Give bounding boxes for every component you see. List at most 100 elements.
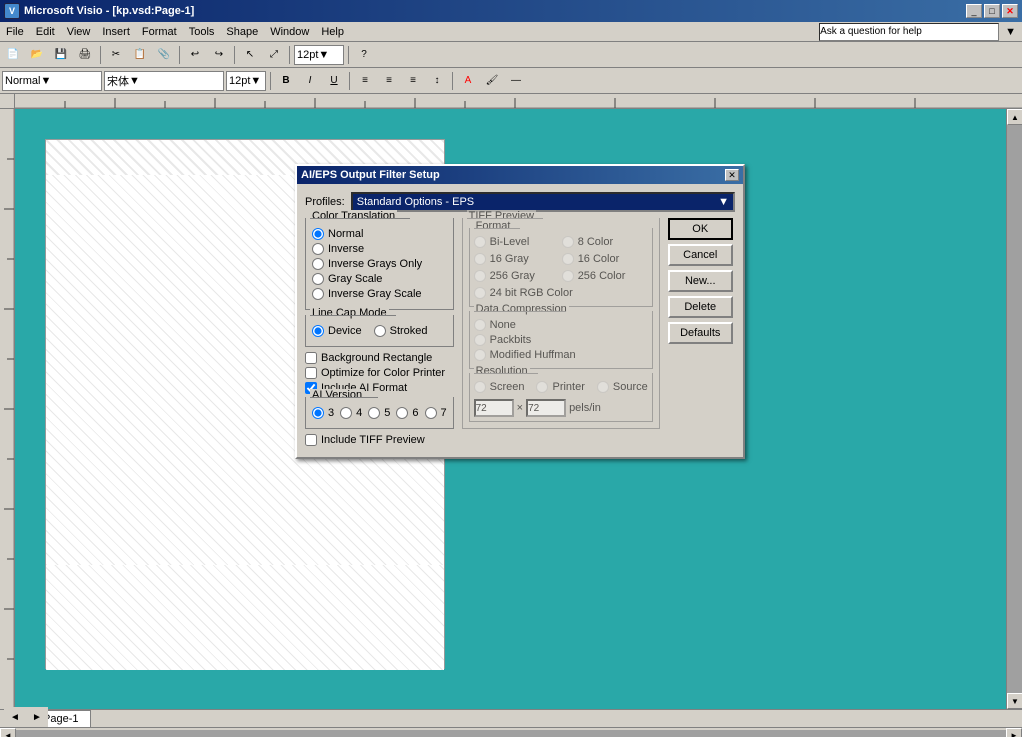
menu-tools[interactable]: Tools <box>183 22 221 41</box>
radio-printer-input[interactable] <box>536 381 548 393</box>
save-button[interactable]: 💾 <box>50 45 72 65</box>
connector-button[interactable]: ⤢ <box>263 45 285 65</box>
window-title: Microsoft Visio - [kp.vsd:Page-1] <box>24 5 966 17</box>
paste-button[interactable]: 📎 <box>153 45 175 65</box>
open-button[interactable]: 📂 <box>26 45 48 65</box>
checkbox-tiff[interactable] <box>305 434 317 446</box>
undo-button[interactable]: ↩ <box>184 45 206 65</box>
ruler-area <box>0 94 1022 109</box>
redo-button[interactable]: ↪ <box>208 45 230 65</box>
font-arrow: ▼ <box>129 75 140 87</box>
delete-button[interactable]: Delete <box>668 296 733 318</box>
defaults-button[interactable]: Defaults <box>668 322 733 344</box>
profiles-dropdown[interactable]: Standard Options - EPS ▼ <box>351 192 735 212</box>
page-left-button[interactable]: ◄ <box>4 707 26 727</box>
underline-button[interactable]: U <box>323 71 345 91</box>
scroll-track-h[interactable] <box>16 730 1006 737</box>
radio-ai5-input[interactable] <box>368 407 380 419</box>
new-button[interactable]: 📄 <box>2 45 24 65</box>
radio-bi-level-input[interactable] <box>474 236 486 248</box>
radio-source-input[interactable] <box>597 381 609 393</box>
restore-button[interactable]: □ <box>984 4 1000 18</box>
radio-16gray-input[interactable] <box>474 253 486 265</box>
new-button[interactable]: New... <box>668 270 733 292</box>
scroll-track[interactable] <box>1007 125 1022 693</box>
radio-none: None <box>474 319 648 331</box>
radio-none-input[interactable] <box>474 319 486 331</box>
res-width-input[interactable] <box>474 399 514 417</box>
checkbox-optimize[interactable] <box>305 367 317 379</box>
cancel-button[interactable]: Cancel <box>668 244 733 266</box>
dialog-close-button[interactable]: ✕ <box>725 169 739 181</box>
scroll-right-button[interactable]: ► <box>1006 728 1022 737</box>
align-left-button[interactable]: ≡ <box>354 71 376 91</box>
radio-gray-scale: Gray Scale <box>312 273 447 285</box>
close-button[interactable]: ✕ <box>1002 4 1018 18</box>
cut-button[interactable]: ✂ <box>105 45 127 65</box>
vertical-scrollbar[interactable]: ▲ ▼ <box>1006 109 1022 709</box>
menu-shape[interactable]: Shape <box>220 22 264 41</box>
font-dropdown[interactable]: 宋体 ▼ <box>104 71 224 91</box>
radio-inverse-grays-input[interactable] <box>312 258 324 270</box>
radio-16color-input[interactable] <box>562 253 574 265</box>
menu-view[interactable]: View <box>61 22 97 41</box>
zoom-value: 12pt <box>297 49 318 61</box>
separator-3 <box>234 46 235 64</box>
res-height-input[interactable] <box>526 399 566 417</box>
radio-modified-huffman-input[interactable] <box>474 349 486 361</box>
radio-gray-scale-input[interactable] <box>312 273 324 285</box>
radio-inverse-input[interactable] <box>312 243 324 255</box>
radio-stroked-input[interactable] <box>374 325 386 337</box>
radio-16color: 16 Color <box>562 253 648 265</box>
align-center-button[interactable]: ≡ <box>378 71 400 91</box>
radio-packbits-input[interactable] <box>474 334 486 346</box>
horizontal-scrollbar[interactable]: ◄ ► <box>0 727 1022 737</box>
radio-256gray-input[interactable] <box>474 270 486 282</box>
align-right-button[interactable]: ≡ <box>402 71 424 91</box>
pointer-button[interactable]: ↖ <box>239 45 261 65</box>
radio-normal-input[interactable] <box>312 228 324 240</box>
scroll-left-button[interactable]: ◄ <box>0 728 16 737</box>
scroll-up-button[interactable]: ▲ <box>1007 109 1022 125</box>
radio-24bit-input[interactable] <box>474 287 486 299</box>
bold-button[interactable]: B <box>275 71 297 91</box>
radio-ai4-input[interactable] <box>340 407 352 419</box>
profiles-row: Profiles: Standard Options - EPS ▼ <box>305 192 735 212</box>
line-color-button[interactable]: — <box>505 71 527 91</box>
dialog-title-bar: AI/EPS Output Filter Setup ✕ <box>297 166 743 184</box>
help-button[interactable]: ? <box>353 45 375 65</box>
radio-modified-huffman-label: Modified Huffman <box>490 349 576 361</box>
radio-inverse-gray-scale-input[interactable] <box>312 288 324 300</box>
menu-file[interactable]: File <box>0 22 30 41</box>
fill-color-button[interactable]: 🖌 <box>481 71 503 91</box>
checkbox-bg-rect[interactable] <box>305 352 317 364</box>
radio-256color-input[interactable] <box>562 270 574 282</box>
profiles-label: Profiles: <box>305 196 345 208</box>
italic-button[interactable]: I <box>299 71 321 91</box>
menu-format[interactable]: Format <box>136 22 183 41</box>
title-bar: V Microsoft Visio - [kp.vsd:Page-1] _ □ … <box>0 0 1022 22</box>
style-dropdown[interactable]: Normal ▼ <box>2 71 102 91</box>
radio-ai6-input[interactable] <box>396 407 408 419</box>
radio-ai3-input[interactable] <box>312 407 324 419</box>
radio-8color-input[interactable] <box>562 236 574 248</box>
zoom-dropdown[interactable]: 12pt ▼ <box>294 45 344 65</box>
help-search-input[interactable] <box>819 23 999 41</box>
scroll-down-button[interactable]: ▼ <box>1007 693 1022 709</box>
font-color-button[interactable]: A <box>457 71 479 91</box>
print-button[interactable]: 🖨 <box>74 45 96 65</box>
radio-ai7-input[interactable] <box>425 407 437 419</box>
ok-button[interactable]: OK <box>668 218 733 240</box>
line-spacing-button[interactable]: ↕ <box>426 71 448 91</box>
menu-insert[interactable]: Insert <box>96 22 136 41</box>
radio-device-input[interactable] <box>312 325 324 337</box>
help-arrow[interactable]: ▼ <box>999 22 1022 41</box>
menu-help[interactable]: Help <box>315 22 350 41</box>
menu-window[interactable]: Window <box>264 22 315 41</box>
page-right-button[interactable]: ► <box>26 707 48 727</box>
minimize-button[interactable]: _ <box>966 4 982 18</box>
copy-button[interactable]: 📋 <box>129 45 151 65</box>
radio-screen-input[interactable] <box>474 381 486 393</box>
size-dropdown[interactable]: 12pt ▼ <box>226 71 266 91</box>
menu-edit[interactable]: Edit <box>30 22 61 41</box>
